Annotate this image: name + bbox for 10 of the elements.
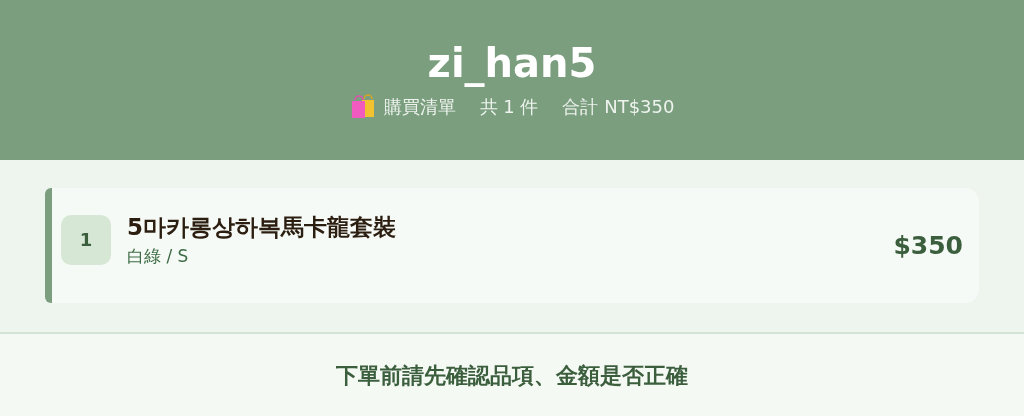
item-price: $350 bbox=[893, 229, 963, 262]
shopping-bags-icon bbox=[349, 93, 376, 119]
user-name: zi_han5 bbox=[427, 40, 597, 85]
item-name: 5마카롱상하복馬卡龍套裝 bbox=[127, 212, 397, 242]
list-label: 購買清單 bbox=[383, 94, 456, 119]
total-amount: 合計 NT$350 bbox=[562, 94, 675, 119]
confirmation-note: 下單前請先確認品項、金額是否正確 bbox=[336, 361, 688, 390]
item-count: 共 1 件 bbox=[479, 94, 539, 119]
item-variant: 白綠 / S bbox=[127, 245, 190, 268]
item-number: 1 bbox=[61, 214, 111, 265]
